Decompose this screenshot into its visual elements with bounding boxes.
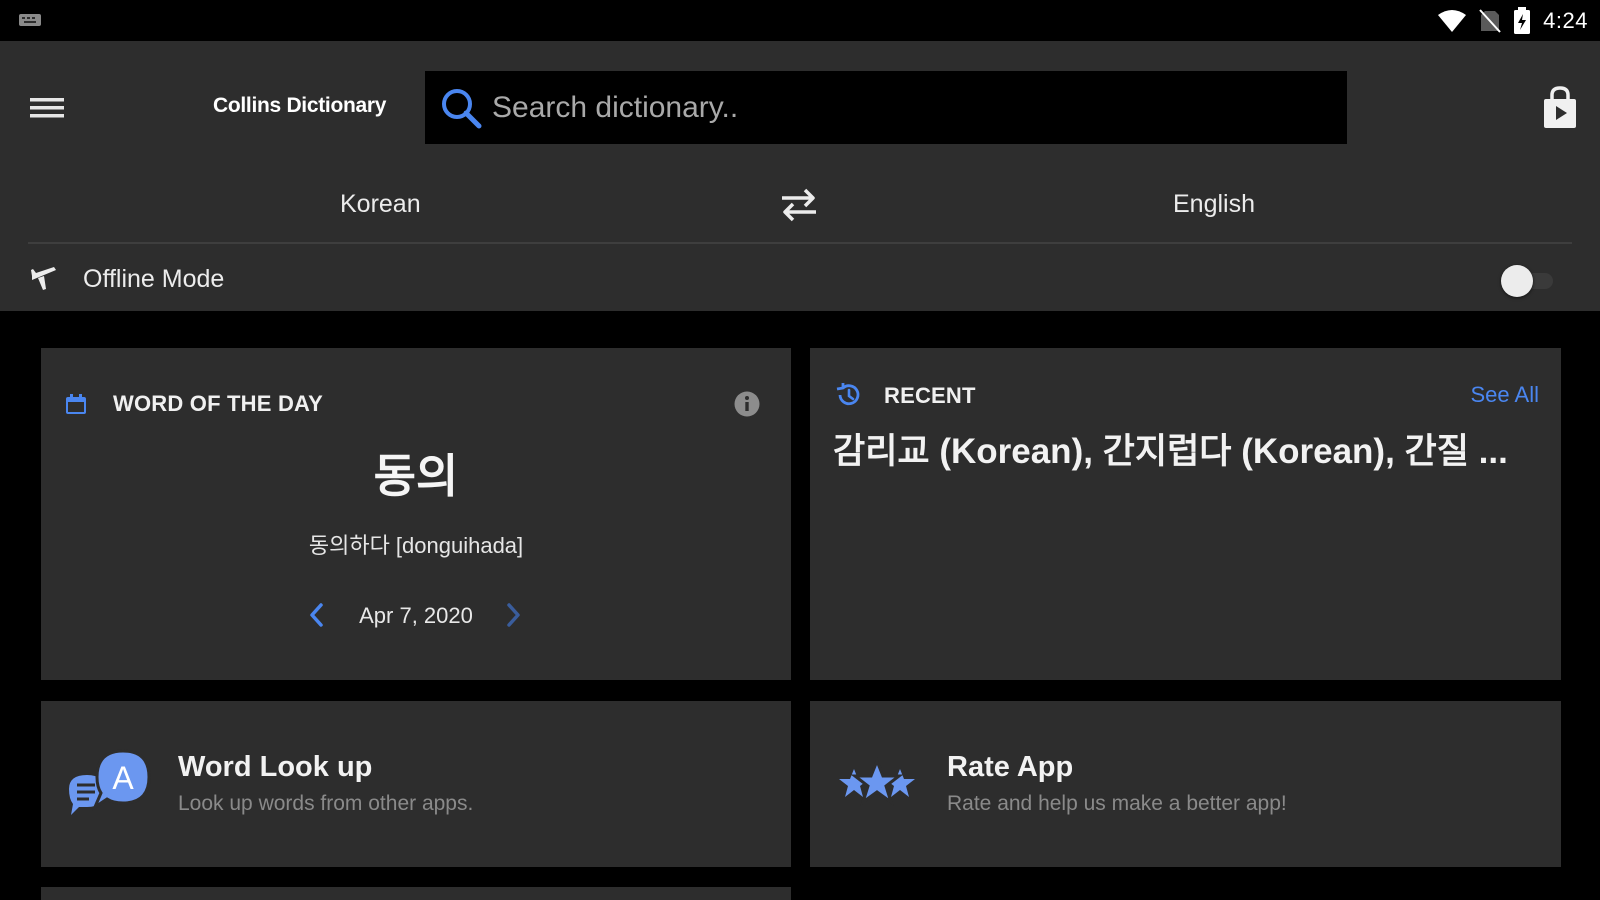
search-icon [442,88,482,128]
word-of-the-day-date: Apr 7, 2020 [359,603,473,628]
keyboard-icon [19,14,41,26]
status-bar: 4:24 [0,0,1600,41]
next-card-partial [41,887,791,900]
chat-translate-icon: A [69,749,151,815]
battery-charging-icon [1514,7,1531,34]
rate-app-card[interactable]: Rate App Rate and help us make a better … [810,701,1561,867]
word-of-the-day-card: WORD OF THE DAY 동의 동의하다 [donguihada] Apr… [41,348,791,680]
target-language[interactable]: English [1173,190,1255,219]
word-of-the-day-word[interactable]: 동의 [41,440,791,506]
airplane-icon [31,267,56,290]
search-bar[interactable] [425,71,1347,144]
word-of-the-day-pronunciation: 동의하다 [donguihada] [308,533,524,558]
language-selector: Korean English [28,176,1572,244]
calendar-icon [66,394,86,414]
no-sim-icon [1479,9,1501,33]
offline-mode-row: Offline Mode [28,254,1572,308]
svg-text:A: A [112,760,134,796]
source-language[interactable]: Korean [340,190,421,219]
word-lookup-card[interactable]: A Word Look up Look up words from other … [41,701,791,867]
word-lookup-title: Word Look up [178,751,373,783]
word-lookup-subtitle: Look up words from other apps. [178,792,474,815]
see-all-link[interactable]: See All [1471,382,1540,408]
recent-words[interactable]: 감리교 (Korean), 간지럽다 (Korean), 간질 ... [833,423,1533,474]
status-time: 4:24 [1543,8,1588,33]
offline-mode-toggle[interactable] [1501,265,1555,297]
history-icon [836,383,860,406]
info-icon[interactable] [733,390,761,418]
recent-title: RECENT [884,383,976,408]
rate-app-subtitle: Rate and help us make a better app! [947,792,1287,815]
chevron-right-icon[interactable] [499,600,527,630]
search-input[interactable] [492,77,1347,138]
app-header: Collins Dictionary Korean English Offlin… [0,41,1600,311]
wifi-icon [1438,10,1467,32]
offline-mode-label: Offline Mode [83,265,225,293]
status-icons: 4:24 [1437,6,1588,36]
stars-icon [839,756,915,806]
menu-icon[interactable] [28,91,68,125]
brand-title: Collins Dictionary [213,94,387,117]
swap-languages-icon[interactable] [778,186,820,224]
date-navigator: Apr 7, 2020 [41,598,791,632]
word-of-the-day-title: WORD OF THE DAY [113,391,323,416]
shopping-bag-icon[interactable] [1540,86,1580,130]
recent-card: RECENT See All 감리교 (Korean), 간지럽다 (Korea… [810,348,1561,680]
toggle-knob [1501,265,1533,297]
rate-app-title: Rate App [947,751,1074,783]
